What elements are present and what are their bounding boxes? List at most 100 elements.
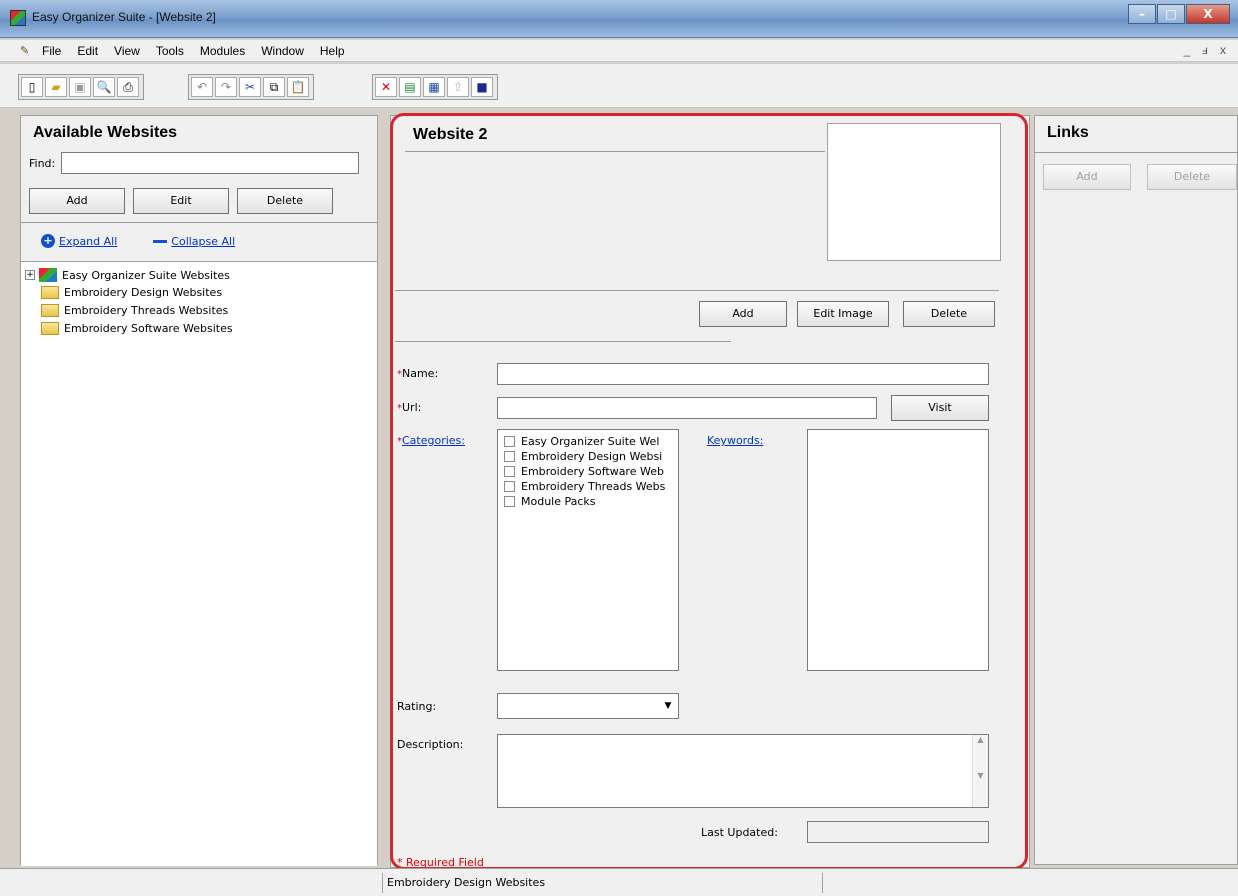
tree-item[interactable]: Embroidery Threads Websites [41, 304, 228, 317]
menu-file[interactable]: File [42, 44, 61, 58]
minimize-button[interactable]: – [1128, 4, 1156, 24]
expand-collapse-row: + Expand All Collapse All [41, 234, 235, 248]
chevron-down-icon[interactable]: ▼ [660, 696, 676, 716]
menu-view[interactable]: View [114, 44, 140, 58]
category-checkbox[interactable] [504, 496, 515, 507]
app-icon [10, 10, 26, 26]
window-controls: – □ X [1127, 4, 1230, 24]
tree-item[interactable]: + Easy Organizer Suite Websites [25, 268, 230, 282]
url-label: *Url: [397, 401, 422, 414]
find-input[interactable] [61, 152, 360, 174]
upload-icon[interactable]: ⇧ [447, 77, 469, 97]
categories-label: *Categories: [397, 434, 465, 447]
name-label: *Name: [397, 367, 439, 380]
print-preview-icon[interactable]: 🔍 [93, 77, 115, 97]
categories-link[interactable]: Categories: [402, 434, 465, 447]
copy-icon[interactable]: ⧉ [263, 77, 285, 97]
delete-image-button[interactable]: Delete [903, 301, 995, 327]
tree-item[interactable]: Embroidery Design Websites [41, 286, 222, 299]
delete-link-button[interactable]: Delete [1147, 164, 1237, 190]
cut-icon[interactable]: ✂ [239, 77, 261, 97]
folder-icon [41, 286, 59, 299]
file-toolbar-group: ▯ ▰ ▣ 🔍 ⎙ [18, 74, 144, 100]
title-bar: Easy Organizer Suite - [Website 2] – □ X [0, 0, 1238, 38]
tools-toolbar-group: ✕ ▤ ▦ ⇧ ■ [372, 74, 498, 100]
tree-item-label: Embroidery Software Websites [64, 322, 233, 335]
categories-list: Easy Organizer Suite Wel Embroidery Desi… [497, 429, 679, 671]
print-icon[interactable]: ⎙ [117, 77, 139, 97]
category-checkbox[interactable] [504, 436, 515, 447]
new-icon[interactable]: ▯ [21, 77, 43, 97]
edit-image-button[interactable]: Edit Image [797, 301, 889, 327]
mdi-restore-button[interactable]: ⅎ [1196, 43, 1214, 57]
close-button[interactable]: X [1186, 4, 1230, 24]
add-website-button[interactable]: Add [29, 188, 125, 214]
tree-item-label: Easy Organizer Suite Websites [62, 268, 230, 282]
save-icon[interactable]: ▣ [69, 77, 91, 97]
website-image [827, 123, 1001, 261]
toolbar: ▯ ▰ ▣ 🔍 ⎙ ↶ ↷ ✂ ⧉ 📋 ✕ ▤ ▦ ⇧ ■ [0, 64, 1238, 108]
menu-window[interactable]: Window [261, 44, 304, 58]
divider [395, 341, 731, 342]
available-websites-header: Available Websites [33, 124, 178, 141]
website-tree: + Easy Organizer Suite Websites Embroide… [21, 261, 377, 866]
mdi-close-button[interactable]: x [1214, 43, 1232, 57]
find-label: Find: [29, 156, 56, 170]
tree-item[interactable]: Embroidery Software Websites [41, 322, 233, 335]
tree-item-label: Embroidery Design Websites [64, 286, 223, 299]
window-title: Easy Organizer Suite - [Website 2] [32, 10, 216, 24]
spreadsheet-icon[interactable]: ▤ [399, 77, 421, 97]
category-item[interactable]: Module Packs [498, 494, 678, 509]
category-checkbox[interactable] [504, 466, 515, 477]
edit-website-button[interactable]: Edit [133, 188, 229, 214]
website-title: Website 2 [413, 126, 488, 143]
grid-icon[interactable]: ▦ [423, 77, 445, 97]
delete-website-button[interactable]: Delete [237, 188, 333, 214]
description-label: Description: [397, 738, 464, 751]
links-header: Links [1047, 124, 1089, 141]
url-input[interactable] [497, 397, 877, 419]
status-bar: Embroidery Design Websites [0, 868, 1238, 896]
menu-edit[interactable]: Edit [77, 44, 98, 58]
description-input[interactable]: ▲ ▼ [497, 734, 989, 808]
name-input[interactable] [497, 363, 989, 385]
category-item[interactable]: Embroidery Design Websi [498, 449, 678, 464]
expand-all-link[interactable]: Expand All [59, 235, 117, 248]
menu-tools[interactable]: Tools [156, 44, 184, 58]
keywords-box[interactable] [807, 429, 989, 671]
divider [405, 151, 825, 152]
tree-expander[interactable]: + [25, 270, 35, 280]
document-menu-icon[interactable]: ✎ [20, 44, 36, 58]
expand-all-icon[interactable]: + [41, 234, 55, 248]
category-item[interactable]: Embroidery Software Web [498, 464, 678, 479]
undo-icon[interactable]: ↶ [191, 77, 213, 97]
divider [395, 290, 999, 291]
collapse-all-icon[interactable] [153, 239, 168, 243]
status-segment [822, 873, 1218, 893]
category-item[interactable]: Embroidery Threads Webs [498, 479, 678, 494]
add-image-button[interactable]: Add [699, 301, 787, 327]
mdi-minimize-button[interactable]: _ [1178, 43, 1196, 57]
paste-icon[interactable]: 📋 [287, 77, 309, 97]
rating-dropdown[interactable]: ▼ [497, 693, 679, 719]
redo-icon[interactable]: ↷ [215, 77, 237, 97]
category-item[interactable]: Easy Organizer Suite Wel [498, 434, 678, 449]
menu-help[interactable]: Help [320, 44, 345, 58]
category-checkbox[interactable] [504, 451, 515, 462]
collapse-all-link[interactable]: Collapse All [171, 235, 235, 248]
menu-bar: ✎ File Edit View Tools Modules Window He… [0, 40, 1238, 62]
rating-label: Rating: [397, 700, 437, 713]
menu-modules[interactable]: Modules [200, 44, 245, 58]
tree-item-label: Embroidery Threads Websites [64, 304, 229, 317]
description-scrollbar[interactable]: ▲ ▼ [972, 735, 988, 807]
category-checkbox[interactable] [504, 481, 515, 492]
folder-icon [41, 304, 59, 317]
keywords-link[interactable]: Keywords: [707, 434, 763, 447]
add-link-button[interactable]: Add [1043, 164, 1131, 190]
monitor-icon[interactable]: ■ [471, 77, 493, 97]
visit-button[interactable]: Visit [891, 395, 989, 421]
maximize-button[interactable]: □ [1157, 4, 1185, 24]
open-icon[interactable]: ▰ [45, 77, 67, 97]
last-updated-field [807, 821, 989, 843]
delete-icon[interactable]: ✕ [375, 77, 397, 97]
